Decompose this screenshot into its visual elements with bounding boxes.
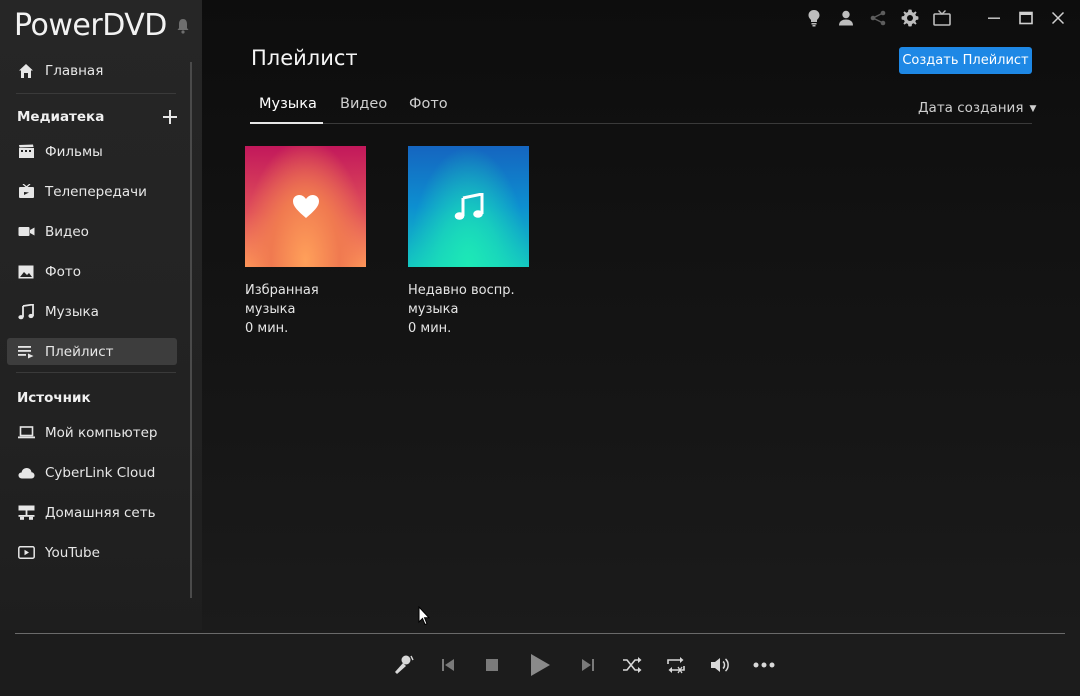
playlist-card-favorites[interactable]: Избранная музыка 0 мин. [245,146,366,338]
share-icon[interactable] [869,9,887,27]
sidebar-item-label: Главная [45,62,104,79]
mouse-cursor-icon [418,606,430,626]
stop-icon[interactable] [480,654,504,676]
bell-icon[interactable] [176,18,190,34]
youtube-icon [17,544,35,562]
sort-label: Дата создания [918,100,1024,116]
shuffle-icon[interactable] [620,654,644,676]
music-note-icon [17,303,35,321]
close-icon[interactable] [1049,9,1067,27]
create-playlist-button[interactable]: Создать Плейлист [899,47,1032,74]
sidebar-item-label: YouTube [45,544,100,561]
sidebar-item-label: CyberLink Cloud [45,464,156,481]
player-controls [0,630,1080,696]
previous-track-icon[interactable] [436,654,460,676]
playlist-thumbnail[interactable] [408,146,529,267]
sidebar-item-label: Фото [45,263,82,280]
sidebar-divider [16,372,176,373]
playlist-icon [17,343,35,361]
tab-photo[interactable]: Фото [400,96,457,124]
music-note-icon [454,192,483,220]
media-tabs: Музыка Видео Фото [250,96,1032,124]
cloud-icon [17,464,35,482]
play-icon[interactable] [528,654,552,676]
sidebar-item-my-computer[interactable]: Мой компьютер [7,419,177,446]
sidebar-item-video[interactable]: Видео [7,218,177,245]
caret-down-icon: ▼ [1029,104,1037,114]
app-logo: PowerDVD [14,8,167,43]
playlist-duration: 0 мин. [245,321,289,336]
sidebar-item-youtube[interactable]: YouTube [7,539,177,566]
sidebar-item-playlist[interactable]: Плейлист [7,338,177,365]
sidebar-item-cyberlink-cloud[interactable]: CyberLink Cloud [7,459,177,486]
sidebar-item-label: Фильмы [45,143,103,160]
playlist-thumbnail[interactable] [245,146,366,267]
next-track-icon[interactable] [576,654,600,676]
section-title-source: Источник [17,390,91,406]
sidebar-item-photo[interactable]: Фото [7,258,177,285]
sidebar-divider [16,93,176,94]
heart-icon [292,195,319,218]
settings-gear-icon[interactable] [901,9,919,27]
sidebar-item-home[interactable]: Главная [7,57,177,84]
video-camera-icon [17,223,35,241]
sidebar-item-label: Мой компьютер [45,424,158,441]
volume-icon[interactable] [708,654,732,676]
laptop-icon [17,424,35,442]
sidebar: PowerDVD Главная Медиатека Фильмы Телепе… [0,0,202,696]
maximize-icon[interactable] [1017,9,1035,27]
page-title: Плейлист [251,46,358,70]
user-account-icon[interactable] [837,9,855,27]
logo-row: PowerDVD [14,8,194,48]
home-icon [17,62,35,80]
section-title-library: Медиатека [17,109,105,125]
sidebar-item-movies[interactable]: Фильмы [7,138,177,165]
playlist-duration: 0 мин. [408,321,452,336]
sidebar-scrollbar[interactable] [190,62,192,598]
add-library-button[interactable] [162,109,178,125]
repeat-off-icon[interactable] [664,654,688,676]
playlist-card-recent[interactable]: Недавно воспр. музыка 0 мин. [408,146,529,338]
tv-mode-icon[interactable] [933,9,951,27]
sidebar-item-label: Видео [45,223,89,240]
network-icon [17,504,35,522]
karaoke-mic-icon[interactable] [392,654,416,676]
film-icon [17,143,35,161]
playlist-name: Недавно воспр. музыка [408,283,515,317]
minimize-icon[interactable] [985,9,1003,27]
tips-bulb-icon[interactable] [805,9,823,27]
sidebar-item-label: Телепередачи [45,183,147,200]
sidebar-item-tv-shows[interactable]: Телепередачи [7,178,177,205]
playlist-name: Избранная музыка [245,283,319,317]
tab-video[interactable]: Видео [331,96,396,124]
sidebar-item-label: Музыка [45,303,99,320]
sort-dropdown[interactable]: Дата создания ▼ [918,100,1036,116]
tab-music[interactable]: Музыка [250,96,323,124]
main-content: Плейлист Создать Плейлист Музыка Видео Ф… [202,0,1080,630]
sidebar-item-home-network[interactable]: Домашняя сеть [7,499,177,526]
photo-icon [17,263,35,281]
sidebar-item-label: Домашняя сеть [45,504,156,521]
more-options-icon[interactable] [752,654,776,676]
sidebar-item-music[interactable]: Музыка [7,298,177,325]
progress-bar[interactable] [15,633,1065,634]
tv-show-icon [17,183,35,201]
sidebar-item-label: Плейлист [45,343,114,360]
